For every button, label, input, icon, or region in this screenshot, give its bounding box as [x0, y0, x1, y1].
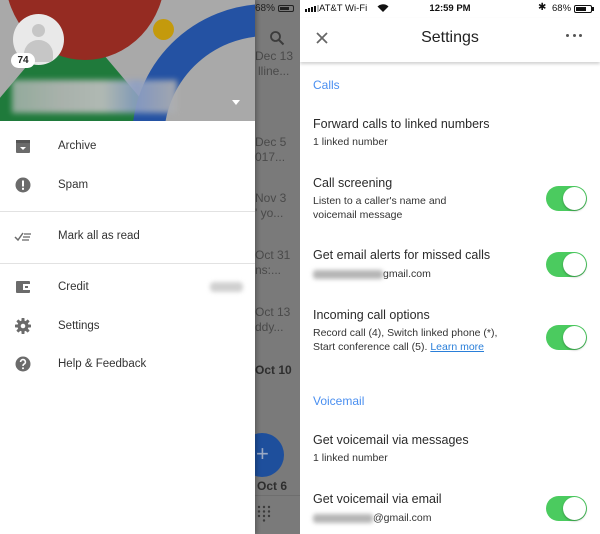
- setting-voicemail-email[interactable]: Get voicemail via email @gmail.com: [300, 492, 600, 532]
- help-icon: [15, 356, 31, 372]
- email-alerts-toggle[interactable]: [546, 252, 587, 277]
- toggle-knob: [563, 253, 586, 276]
- email-redacted: [313, 269, 383, 279]
- learn-more-link[interactable]: Learn more: [430, 341, 484, 353]
- app-bar: Settings: [300, 18, 600, 62]
- search-icon: [270, 31, 285, 46]
- credit-icon: [16, 281, 30, 293]
- menu-label: Spam: [58, 179, 89, 191]
- voicemail-email-toggle[interactable]: [546, 496, 587, 521]
- setting-title: Get voicemail via email: [313, 492, 442, 506]
- background-battery-icon: [278, 5, 294, 12]
- menu-label: Credit: [58, 281, 89, 293]
- toggle-knob: [563, 326, 586, 349]
- setting-title: Get voicemail via messages: [313, 433, 469, 447]
- divider: [0, 211, 255, 212]
- credit-balance-redacted: [210, 282, 243, 292]
- setting-title: Get email alerts for missed calls: [313, 248, 491, 262]
- gear-icon: [15, 318, 31, 334]
- menu-item-settings[interactable]: Settings: [0, 307, 255, 345]
- setting-subtitle: 1 linked number: [313, 452, 388, 464]
- background-date: Dec 5: [255, 135, 287, 149]
- header-decoration: [153, 19, 174, 40]
- background-snippet: lline...: [258, 64, 290, 78]
- section-header-calls: Calls: [313, 78, 340, 92]
- drawer-header: 74: [0, 0, 255, 121]
- menu-item-help-feedback[interactable]: Help & Feedback: [0, 345, 255, 383]
- dialpad-icon: [257, 505, 271, 522]
- setting-subtitle: 1 linked number: [313, 136, 388, 148]
- setting-voicemail-messages[interactable]: Get voicemail via messages 1 linked numb…: [300, 433, 600, 473]
- setting-call-screening[interactable]: Call screening Listen to a caller's name…: [300, 176, 600, 226]
- plus-icon: +: [256, 441, 269, 466]
- spam-icon: [15, 177, 31, 193]
- background-date: Oct 13: [255, 305, 291, 319]
- email-redacted: [313, 513, 373, 523]
- divider: [0, 263, 255, 264]
- menu-item-archive[interactable]: Archive: [0, 127, 255, 165]
- status-bar: AT&T Wi-Fi 12:59 PM ✱ 68%: [300, 0, 600, 18]
- incoming-call-options-toggle[interactable]: [546, 325, 587, 350]
- menu-item-mark-all-read[interactable]: Mark all as read: [0, 217, 255, 255]
- call-screening-toggle[interactable]: [546, 186, 587, 211]
- background-snippet: 017...: [255, 150, 286, 164]
- setting-subtitle: @gmail.com: [313, 512, 513, 526]
- avatar-head: [32, 24, 45, 37]
- background-snippet: ddy...: [255, 320, 284, 334]
- battery-percent: 68%: [552, 3, 572, 14]
- menu-label: Settings: [58, 320, 100, 332]
- chevron-down-icon[interactable]: [232, 100, 240, 105]
- setting-title: Forward calls to linked numbers: [313, 117, 490, 131]
- unread-badge: 74: [11, 53, 35, 68]
- menu-item-spam[interactable]: Spam: [0, 166, 255, 204]
- toggle-knob: [563, 187, 586, 210]
- setting-forward-calls[interactable]: Forward calls to linked numbers 1 linked…: [300, 117, 600, 157]
- menu-item-credit[interactable]: Credit: [0, 268, 255, 306]
- mark-read-icon: [14, 232, 31, 242]
- setting-title: Call screening: [313, 176, 393, 190]
- divider: [255, 495, 300, 496]
- setting-incoming-call-options[interactable]: Incoming call options Record call (4), S…: [300, 308, 600, 368]
- background-date: Oct 6: [257, 479, 288, 493]
- toggle-knob: [563, 497, 586, 520]
- navigation-drawer: 74 Archive Spam Mark all as read Credit …: [0, 0, 255, 534]
- bluetooth-icon: ✱: [538, 2, 547, 13]
- battery-tip: [592, 7, 594, 11]
- background-battery-percent: 68%: [255, 3, 276, 14]
- setting-title: Incoming call options: [313, 308, 430, 322]
- email-domain: @gmail.com: [373, 512, 432, 524]
- background-date: Nov 3: [255, 191, 287, 205]
- page-title: Settings: [421, 29, 479, 46]
- background-date: Oct 10: [255, 363, 292, 377]
- battery-icon: [574, 5, 592, 13]
- section-header-voicemail: Voicemail: [313, 394, 365, 408]
- menu-label: Mark all as read: [58, 230, 140, 242]
- archive-icon: [16, 140, 30, 153]
- background-snippet: ns:...: [255, 263, 282, 277]
- background-snippet: ' yo...: [255, 206, 284, 220]
- setting-email-alerts[interactable]: Get email alerts for missed calls gmail.…: [300, 248, 600, 288]
- setting-subtitle: gmail.com: [313, 268, 513, 282]
- menu-label: Archive: [58, 140, 97, 152]
- account-info-redacted: [12, 80, 177, 113]
- email-domain: gmail.com: [383, 268, 431, 280]
- settings-screen: AT&T Wi-Fi 12:59 PM ✱ 68% Settings Calls…: [300, 0, 600, 534]
- setting-subtitle: Record call (4), Switch linked phone (*)…: [313, 327, 508, 354]
- setting-subtitle: Listen to a caller's name and voicemail …: [313, 195, 447, 221]
- background-date: Oct 31: [255, 248, 291, 262]
- more-horiz-icon[interactable]: [566, 34, 582, 40]
- left-phone-screen: 68% Dec 13 lline... Dec 5 017... Nov 3 '…: [0, 0, 300, 534]
- background-date: Dec 13: [255, 49, 294, 63]
- menu-label: Help & Feedback: [58, 358, 147, 370]
